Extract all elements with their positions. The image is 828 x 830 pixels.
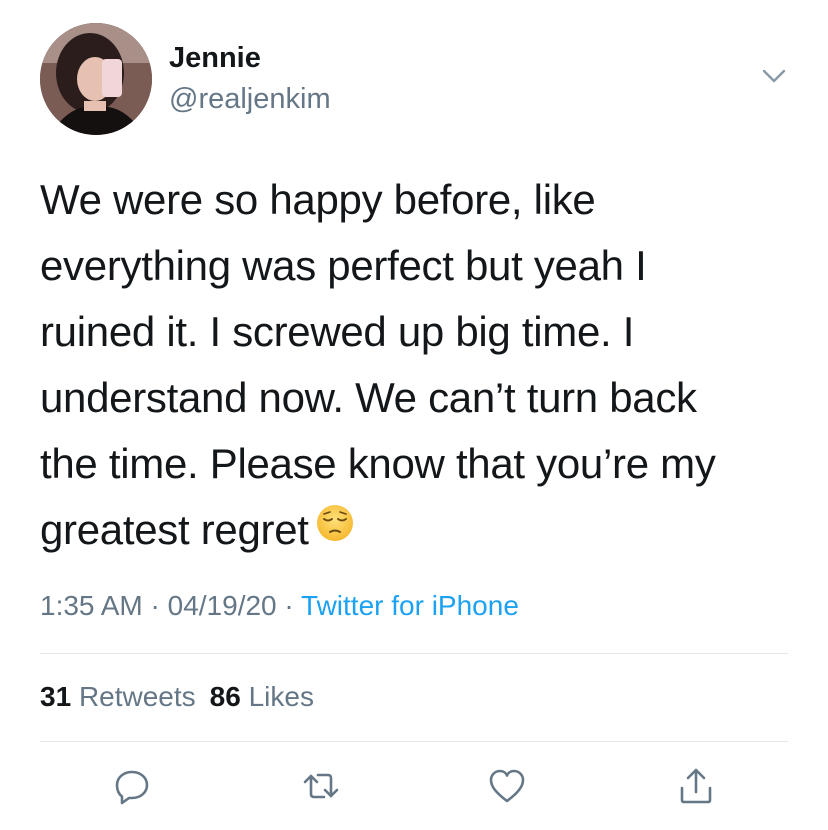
- likes-label: Likes: [248, 681, 314, 712]
- tweet-line: everything was perfect but yeah I: [40, 242, 647, 289]
- retweet-icon[interactable]: [301, 766, 341, 806]
- tweet-line: We were so happy before, like: [40, 176, 596, 223]
- tweet-line: ruined it. I screwed up big time. I: [40, 308, 635, 355]
- avatar[interactable]: [40, 23, 152, 135]
- retweets-count: 31: [40, 681, 72, 712]
- divider: [40, 741, 788, 742]
- user-handle[interactable]: @realjenkim: [169, 83, 331, 116]
- likes-link[interactable]: 86 Likes: [210, 681, 314, 712]
- tweet-meta: 1:35 AM · 04/19/20 · Twitter for iPhone: [40, 590, 519, 622]
- tweet-text: We were so happy before, like everything…: [40, 167, 800, 566]
- display-name[interactable]: Jennie: [169, 42, 261, 75]
- separator-dot: ·: [142, 590, 168, 621]
- tweet-line: understand now. We can’t turn back: [40, 374, 697, 421]
- tweet-date: 04/19/20: [167, 590, 277, 621]
- retweets-link[interactable]: 31 Retweets: [40, 681, 196, 712]
- tweet-stats: 31 Retweets 86 Likes: [40, 681, 314, 713]
- chevron-down-icon[interactable]: [760, 66, 788, 86]
- like-icon[interactable]: [487, 766, 527, 806]
- divider: [40, 653, 788, 654]
- likes-count: 86: [209, 681, 241, 712]
- tweet-line: the time. Please know that you’re my: [40, 440, 716, 487]
- tweet-source-link[interactable]: Twitter for iPhone: [301, 590, 519, 621]
- share-icon[interactable]: [676, 766, 716, 806]
- pensive-face-icon: [315, 496, 355, 562]
- reply-icon[interactable]: [112, 766, 152, 806]
- separator-dot: ·: [276, 590, 302, 621]
- retweets-label: Retweets: [78, 681, 196, 712]
- tweet-line-last: greatest regret: [40, 497, 800, 566]
- avatar-photo: [40, 23, 152, 135]
- tweet-time: 1:35 AM: [40, 590, 143, 621]
- tweet-line: greatest regret: [40, 506, 309, 553]
